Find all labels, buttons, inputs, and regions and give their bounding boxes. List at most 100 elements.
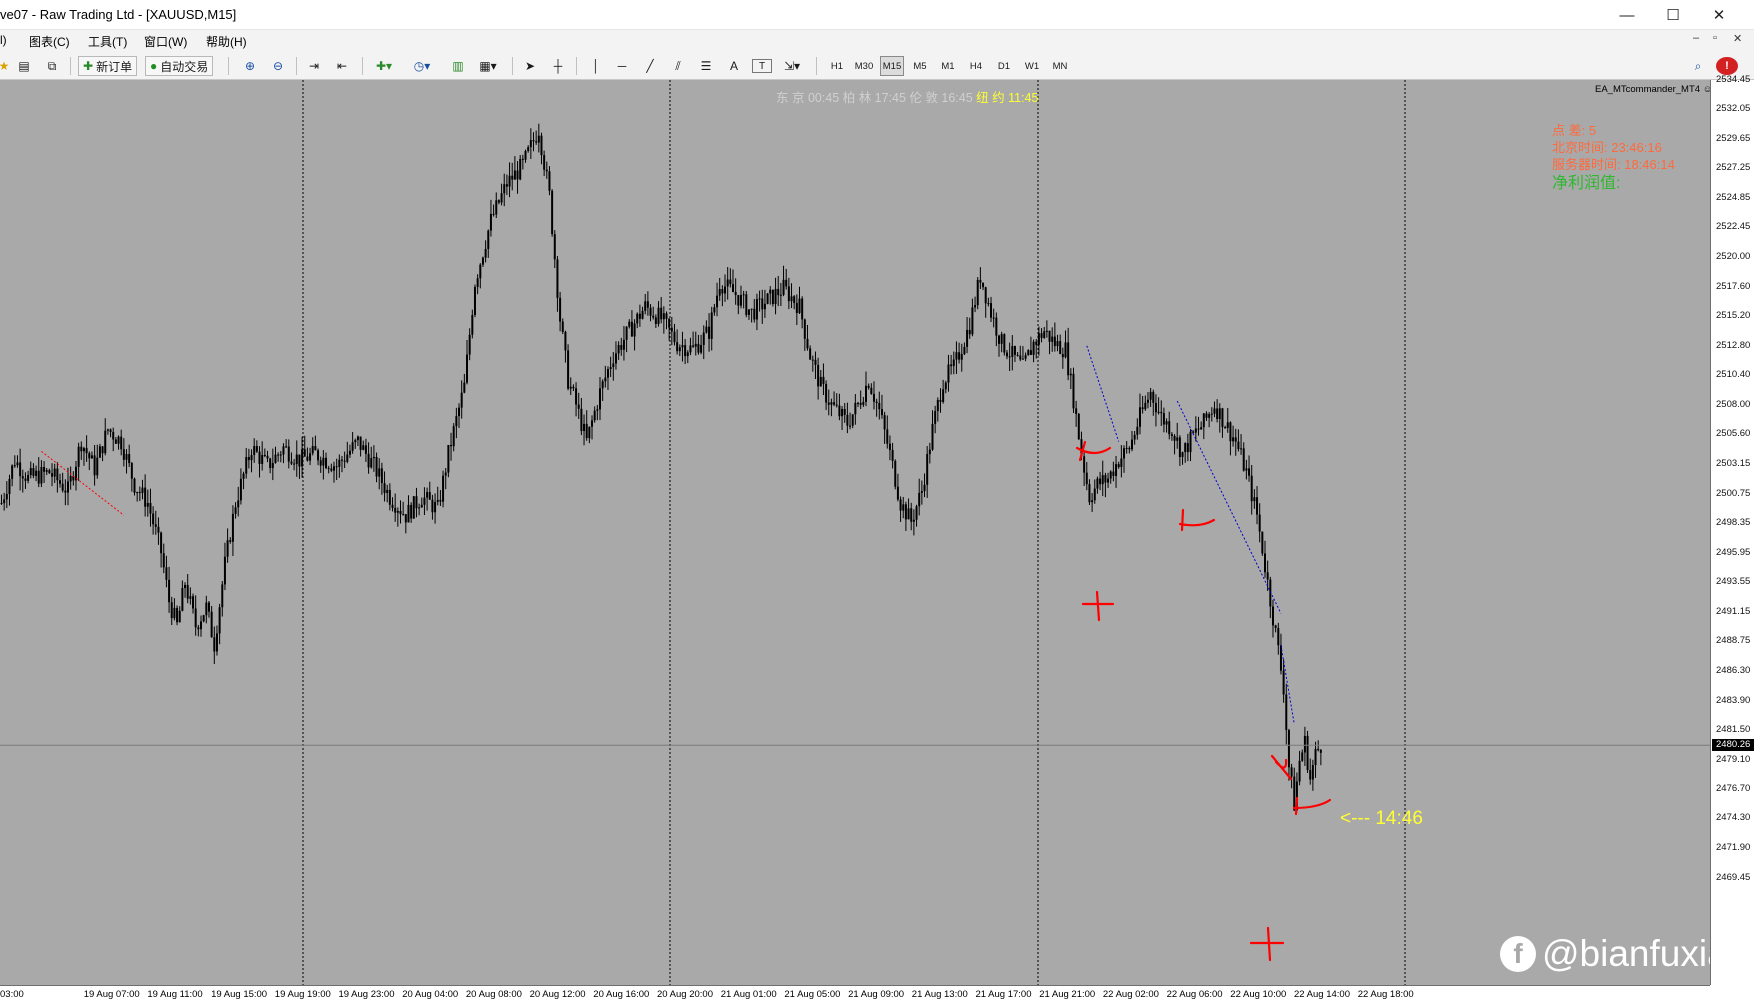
zoom-out-icon[interactable]: ⊖ (268, 56, 288, 76)
candle-body (1205, 413, 1208, 418)
candle-body (404, 514, 407, 523)
candle-body (88, 453, 91, 459)
indicators-icon[interactable]: ✚▾ (370, 56, 398, 76)
candle-body (883, 415, 886, 430)
timeframe-h4-button[interactable]: H4 (964, 56, 988, 76)
channel-icon[interactable]: ⫽ (668, 56, 688, 76)
fibonacci-icon[interactable]: ☰ (696, 56, 716, 76)
candle-body (157, 526, 160, 533)
timeframe-h1-button[interactable]: H1 (825, 56, 849, 76)
beijing-time-text: 北京时间: 23:46:16 (1552, 140, 1662, 155)
candle-body (505, 184, 508, 187)
candle-body (255, 445, 258, 452)
candle-body (319, 460, 322, 466)
candle-body (1149, 391, 1152, 400)
candle-body (875, 401, 878, 403)
cursor-icon[interactable]: ➤ (520, 56, 540, 76)
candle-body (726, 279, 729, 287)
price-tick-label: 2481.50 (1716, 724, 1751, 736)
candle-body (271, 462, 274, 469)
trendline-icon[interactable]: ╱ (640, 56, 660, 76)
timeframe-m5-button[interactable]: M5 (908, 56, 932, 76)
candle-body (641, 310, 644, 319)
candle-body (447, 444, 450, 473)
candle-body (450, 444, 453, 447)
candle-body (822, 376, 825, 384)
ea-label: EA_MTcommander_MT4 ☺ (1595, 84, 1712, 95)
vertical-line-icon[interactable]: │ (586, 56, 606, 76)
time-axis[interactable]: 03:00 19 Aug 07:00 19 Aug 11:00 19 Aug 15:0… (0, 985, 1710, 1004)
candle-body (1016, 354, 1019, 356)
arrows-icon[interactable]: ⇲▾ (778, 56, 806, 76)
candle-body (942, 389, 945, 402)
candle-body (160, 532, 163, 554)
menu-item-charts[interactable]: 图表(C) (29, 33, 70, 50)
candle-body (606, 369, 609, 378)
periods-icon[interactable]: ◷▾ (408, 56, 436, 76)
timeframe-m30-button[interactable]: M30 (852, 56, 876, 76)
candle-body (186, 584, 189, 599)
chart-shift-icon[interactable]: ⇥ (304, 56, 324, 76)
auto-scroll-icon[interactable]: ⇤ (332, 56, 352, 76)
candle-body (1293, 776, 1296, 811)
candle-body (535, 141, 538, 143)
horizontal-line-icon[interactable]: ─ (612, 56, 632, 76)
candle-body (1173, 435, 1176, 441)
candle-body (583, 423, 586, 432)
candle-body (912, 519, 915, 522)
candle-body (221, 584, 224, 608)
candle-body (1210, 413, 1213, 415)
close-button[interactable]: ✕ (1696, 0, 1742, 30)
candle-body (652, 315, 655, 318)
price-chart[interactable]: 东 京 00:45 柏 林 17:45 伦 敦 16:45 纽 约 11:45 … (0, 80, 1728, 985)
crosshair-icon[interactable]: ┼ (548, 56, 568, 76)
timeframe-mn-button[interactable]: MN (1048, 56, 1072, 76)
templates-icon[interactable]: ▥ (448, 56, 468, 76)
mdi-minimize-button[interactable]: – (1693, 32, 1699, 44)
chart-properties-icon[interactable]: ▦▾ (474, 56, 502, 76)
timeframe-d1-button[interactable]: D1 (992, 56, 1016, 76)
maximize-button[interactable]: ☐ (1650, 0, 1696, 30)
candle-body (423, 497, 426, 505)
candle-body (1157, 411, 1160, 413)
market-watch-icon[interactable]: ▤ (14, 56, 34, 76)
candle-body (24, 478, 27, 481)
auto-trading-button[interactable]: ● 自动交易 (145, 56, 214, 76)
candle-body (247, 457, 250, 461)
star-icon[interactable]: ★ (0, 56, 9, 76)
timeframe-m1-button[interactable]: M1 (936, 56, 960, 76)
candle-body (136, 492, 139, 494)
search-icon[interactable]: ⌕ (1688, 56, 1708, 76)
price-axis[interactable]: 2534.45 2532.05 2529.65 2527.25 2524.85 2522.… (1710, 74, 1754, 985)
candle-body (452, 426, 455, 447)
time-tick-label: 20 Aug 08:00 (465, 989, 522, 1000)
mdi-close-button[interactable]: ✕ (1733, 32, 1742, 45)
candle-body (593, 410, 596, 421)
mdi-restore-button[interactable]: ▫ (1713, 32, 1717, 44)
text-tool-icon[interactable]: A (724, 56, 744, 76)
candle-body (585, 423, 588, 439)
candle-body (521, 158, 524, 160)
notification-icon[interactable]: ! (1716, 57, 1738, 75)
candle-body (333, 466, 335, 471)
menu-item-window[interactable]: 窗口(W) (144, 33, 187, 50)
timeframe-w1-button[interactable]: W1 (1020, 56, 1044, 76)
candle-body (588, 426, 591, 439)
minimize-button[interactable]: — (1604, 0, 1650, 30)
price-tick-label: 2524.85 (1716, 191, 1751, 203)
candle-body (218, 607, 221, 634)
candle-body (732, 284, 734, 293)
menu-item-view[interactable]: l) (0, 33, 7, 47)
timeframe-m15-button[interactable]: M15 (880, 56, 904, 76)
new-order-button[interactable]: ✚ 新订单 (78, 56, 138, 76)
candle-body (947, 364, 950, 383)
menu-item-help[interactable]: 帮助(H) (206, 33, 247, 50)
navigator-icon[interactable]: ⧉ (42, 56, 62, 76)
candle-body (1093, 488, 1096, 501)
label-tool-icon[interactable]: T (752, 59, 772, 73)
candle-body (130, 463, 133, 479)
zoom-in-icon[interactable]: ⊕ (240, 56, 260, 76)
candle-body (1258, 514, 1261, 532)
menu-item-tools[interactable]: 工具(T) (88, 33, 127, 50)
candle-body (21, 476, 24, 479)
